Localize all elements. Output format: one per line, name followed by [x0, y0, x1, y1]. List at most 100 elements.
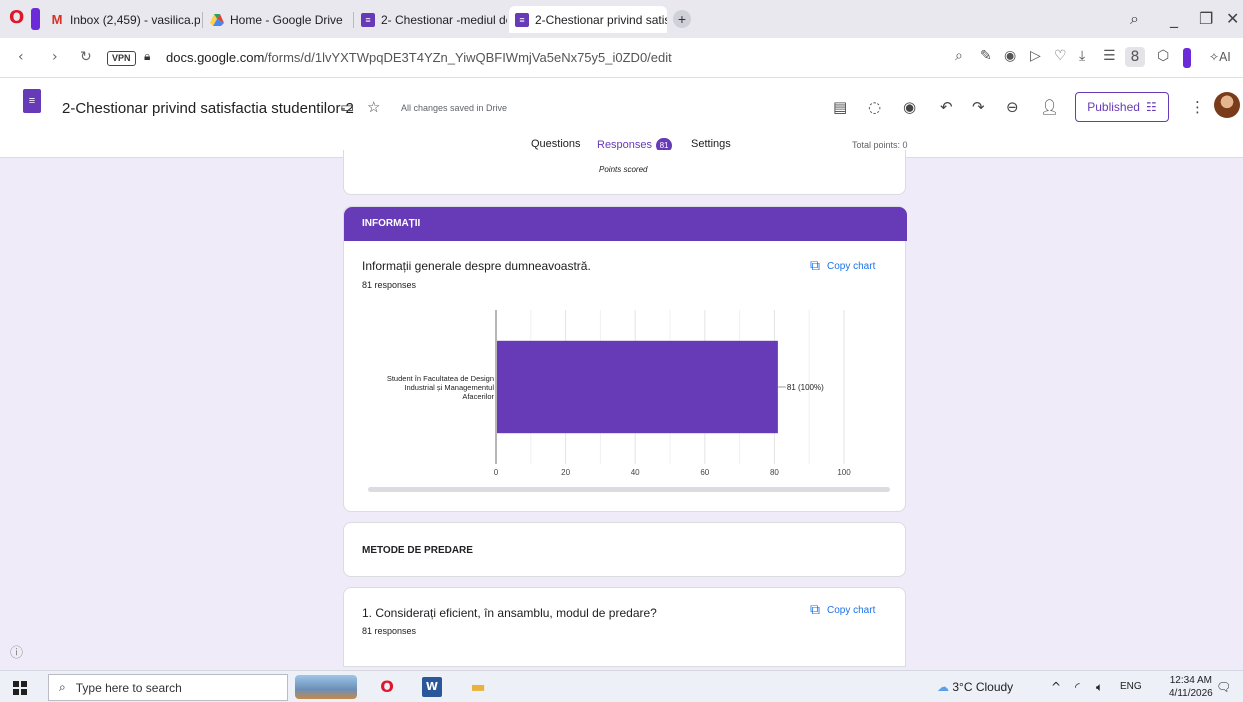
- copy-chart-button[interactable]: ⧉ Copy chart: [810, 602, 875, 618]
- question-title: Informații generale despre dumneavoastră…: [362, 259, 591, 273]
- tab-forms-active[interactable]: ≡ 2-Chestionar privind satisf: [509, 6, 667, 33]
- undo-icon[interactable]: ↶: [940, 98, 953, 116]
- search-tabs-icon[interactable]: ⌕: [1130, 9, 1139, 29]
- tray-chevron-icon[interactable]: ^: [1051, 680, 1061, 694]
- folder-icon[interactable]: ▭: [340, 98, 354, 116]
- category-label: Industrial și Managementul: [404, 383, 494, 392]
- copy-chart-label: Copy chart: [827, 260, 876, 272]
- copy-chart-button[interactable]: ⧉ Copy chart: [810, 258, 875, 274]
- windows-start-icon[interactable]: [13, 681, 27, 695]
- x-tick-label: 40: [631, 468, 640, 477]
- close-icon[interactable]: ✕: [1226, 9, 1239, 28]
- palette-icon[interactable]: ◌: [868, 98, 881, 116]
- edit-icon[interactable]: ✎: [980, 48, 992, 64]
- language-indicator[interactable]: ENG: [1120, 681, 1142, 692]
- new-tab-button[interactable]: +: [673, 10, 691, 28]
- x-tick-label: 100: [837, 468, 851, 477]
- gmail-icon: M: [51, 12, 63, 27]
- star-icon[interactable]: ☆: [367, 98, 380, 116]
- forward-icon[interactable]: ›: [52, 49, 58, 65]
- drive-icon: [210, 13, 224, 27]
- taskbar: ⌕ Type here to search O W ▬ ☁ 3°C Cloudy…: [0, 670, 1243, 702]
- copy-icon: ⧉: [810, 602, 820, 618]
- redo-icon[interactable]: ↷: [972, 98, 985, 116]
- x-tick-label: 0: [494, 468, 499, 477]
- camera-icon[interactable]: ◉: [1004, 48, 1016, 64]
- opera-logo-icon[interactable]: O: [9, 9, 25, 27]
- ai-label: AI: [1219, 50, 1231, 64]
- question-card: 1. Considerați eficient, în ansamblu, mo…: [343, 587, 906, 667]
- section-informatii-card: INFORMAȚII Informații generale despre du…: [343, 206, 907, 512]
- tab-settings[interactable]: Settings: [691, 138, 731, 150]
- forms-logo-icon[interactable]: ≡: [23, 89, 41, 113]
- save-status: All changes saved in Drive: [401, 103, 508, 113]
- tab-label: Inbox (2,459) - vasilica.pop: [70, 12, 200, 27]
- sliders-icon: ☷: [1145, 100, 1157, 114]
- response-count: 81 responses: [362, 280, 417, 290]
- tab-label: 2-Chestionar privind satisf: [535, 12, 667, 27]
- url-domain: docs.google.com: [166, 50, 265, 65]
- notifications-icon[interactable]: 🗨︎: [1216, 680, 1231, 694]
- tab-forms-mediul[interactable]: ≡ 2- Chestionar -mediul de i: [355, 6, 507, 33]
- section-metode-card: METODE DE PREDARE: [343, 522, 906, 577]
- opera-taskbar-icon[interactable]: O: [377, 677, 397, 697]
- url-field[interactable]: docs.google.com/forms/d/1lvYXTWpqDE3T4YZ…: [166, 50, 672, 65]
- reload-icon[interactable]: ↻: [80, 49, 92, 65]
- ai-button[interactable]: ✧AI: [1209, 50, 1231, 64]
- file-explorer-icon[interactable]: ▬: [468, 677, 488, 697]
- search-placeholder: Type here to search: [75, 680, 182, 695]
- data-label: 81 (100%): [787, 383, 824, 392]
- section-title: METODE DE PREDARE: [362, 545, 473, 556]
- section-title: INFORMAȚII: [344, 207, 907, 241]
- weather-widget[interactable]: ☁ 3°C Cloudy: [937, 680, 1013, 694]
- category-label: Afacerilor: [462, 392, 494, 401]
- network-icon[interactable]: ◜: [1075, 680, 1080, 694]
- clock[interactable]: 12:34 AM 4/11/2026: [1169, 674, 1213, 700]
- download-icon[interactable]: ⤓: [1079, 48, 1085, 64]
- add-collaborator-icon[interactable]: 👤︎: [1040, 98, 1059, 116]
- copy-chart-label: Copy chart: [827, 604, 876, 616]
- taskbar-search-input[interactable]: ⌕ Type here to search: [48, 674, 288, 701]
- news-widget-icon[interactable]: [295, 675, 357, 699]
- forms-header: ≡ 2-Chestionar privind satisfactia stude…: [0, 78, 1243, 158]
- easy-setup-icon[interactable]: ☰: [1103, 48, 1116, 64]
- chart-horizontal-scrollbar[interactable]: [368, 487, 890, 492]
- forms-icon: ≡: [515, 12, 529, 27]
- question-title: 1. Considerați eficient, în ansamblu, mo…: [362, 606, 657, 620]
- weather-text: 3°C Cloudy: [952, 680, 1014, 694]
- tab-separator: [202, 12, 203, 28]
- minimize-icon[interactable]: _: [1170, 9, 1178, 28]
- copy-icon: ⧉: [810, 258, 820, 274]
- preview-icon[interactable]: ◉: [903, 98, 916, 116]
- response-count: 81 responses: [362, 626, 417, 636]
- tab-questions[interactable]: Questions: [531, 138, 581, 150]
- profile-icon[interactable]: 8: [1125, 47, 1145, 67]
- points-scored-label: Points scored: [599, 165, 648, 174]
- tab-drive[interactable]: Home - Google Drive: [204, 6, 350, 33]
- heart-icon[interactable]: ♡: [1054, 48, 1067, 64]
- avatar[interactable]: [1214, 92, 1240, 118]
- restore-icon[interactable]: ❐: [1199, 9, 1213, 28]
- volume-icon[interactable]: 🔈︎: [1096, 680, 1103, 695]
- back-icon[interactable]: ‹: [18, 49, 24, 65]
- more-options-icon[interactable]: ⋮: [1190, 98, 1205, 116]
- category-label: Student în Facultatea de Design: [387, 374, 494, 383]
- word-taskbar-icon[interactable]: W: [422, 677, 442, 697]
- vpn-badge[interactable]: VPN: [107, 51, 136, 66]
- points-scored-card: Points scored: [343, 150, 906, 195]
- search-page-icon[interactable]: ⌕: [955, 48, 963, 64]
- tab-label: Home - Google Drive: [230, 12, 343, 27]
- document-title[interactable]: 2-Chestionar privind satisfactia student…: [62, 100, 354, 117]
- link-icon[interactable]: ⊖: [1006, 98, 1019, 116]
- send-icon[interactable]: ▷: [1030, 48, 1041, 64]
- extensions-icon[interactable]: ⬡: [1157, 48, 1169, 64]
- lock-icon[interactable]: 🔒︎: [144, 49, 150, 64]
- addon-icon[interactable]: ▤: [833, 98, 847, 116]
- published-button[interactable]: Published ☷: [1075, 92, 1169, 122]
- tab-label: 2- Chestionar -mediul de i: [381, 12, 507, 27]
- bar: [497, 340, 778, 434]
- sidebar-accent: [31, 8, 40, 30]
- help-icon[interactable]: ⓘ: [10, 642, 23, 661]
- total-points: Total points: 0: [852, 140, 908, 150]
- tab-gmail[interactable]: M Inbox (2,459) - vasilica.pop: [44, 6, 200, 33]
